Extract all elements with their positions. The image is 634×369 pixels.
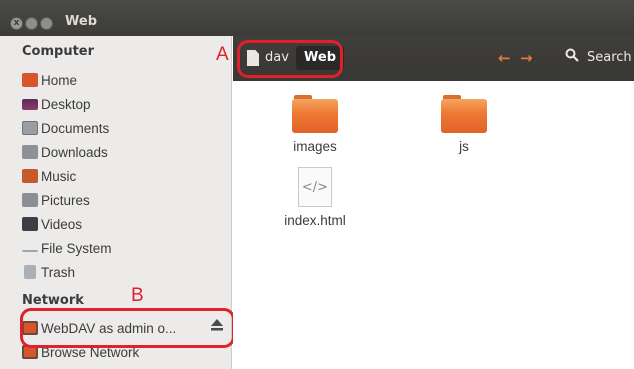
annotation-label-a: A (216, 44, 229, 65)
annotation-box-a (237, 40, 343, 78)
folder-icon (292, 95, 338, 133)
minimize-button[interactable] (25, 17, 38, 30)
search-label[interactable]: Search (587, 50, 632, 65)
maximize-button[interactable] (40, 17, 53, 30)
home-icon (22, 73, 38, 87)
back-arrow-icon[interactable]: ← (498, 49, 511, 67)
file-name: index.html (284, 213, 346, 228)
downloads-icon (22, 145, 38, 159)
sidebar-header-computer: Computer (22, 44, 95, 59)
window-title: Web (65, 14, 97, 29)
file-name: images (293, 139, 337, 154)
search-icon[interactable] (565, 48, 579, 62)
close-icon: x (13, 18, 20, 28)
drive-icon (22, 244, 38, 252)
pictures-icon (22, 193, 38, 207)
videos-icon (22, 217, 38, 231)
annotation-label-b: B (131, 285, 144, 306)
title-bar: x Web (0, 0, 634, 36)
sidebar-item-trash[interactable]: Trash (22, 261, 222, 283)
documents-icon (22, 121, 38, 135)
music-icon (22, 169, 38, 183)
trash-icon (24, 265, 36, 279)
close-button[interactable]: x (10, 17, 23, 30)
sidebar-item-desktop[interactable]: Desktop (22, 93, 222, 115)
file-item-index-html[interactable]: </> index.html (260, 167, 370, 228)
sidebar-item-videos[interactable]: Videos (22, 213, 222, 235)
file-item-images[interactable]: images (260, 95, 370, 154)
sidebar-header-network: Network (22, 293, 84, 308)
file-item-js[interactable]: js (409, 95, 519, 154)
sidebar-item-pictures[interactable]: Pictures (22, 189, 222, 211)
file-name: js (459, 139, 469, 154)
desktop-icon (22, 98, 38, 110)
sidebar-item-file-system[interactable]: File System (22, 237, 222, 259)
sidebar-item-documents[interactable]: Documents (22, 117, 222, 139)
annotation-box-b (20, 308, 235, 348)
sidebar-item-music[interactable]: Music (22, 165, 222, 187)
forward-arrow-icon[interactable]: → (520, 49, 533, 67)
file-view: images js </> index.html (233, 81, 634, 369)
sidebar-item-home[interactable]: Home (22, 69, 222, 91)
sidebar-item-downloads[interactable]: Downloads (22, 141, 222, 163)
html-file-icon: </> (298, 167, 332, 207)
folder-icon (441, 95, 487, 133)
